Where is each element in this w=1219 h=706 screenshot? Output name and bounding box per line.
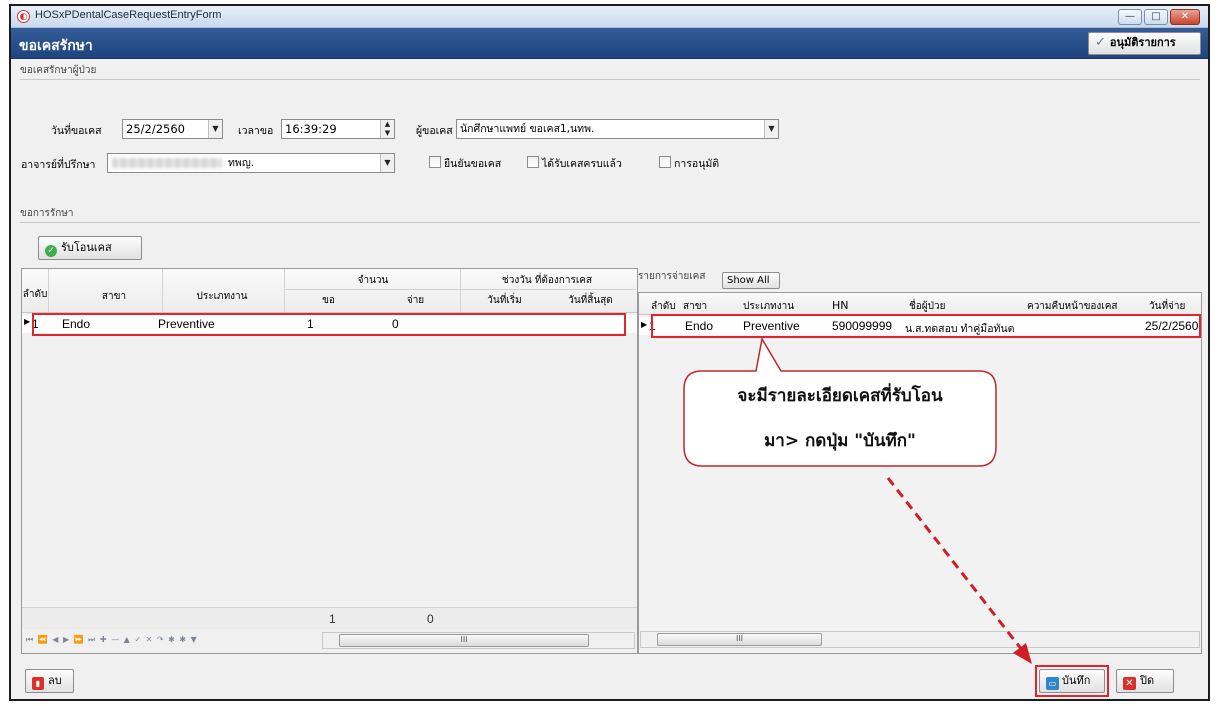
callout-line-2: มา> กดปุ่ม "บันทึก"	[764, 431, 916, 451]
arrow-line	[886, 477, 1024, 651]
callout-line-1: จะมีรายละเอียดเคสที่รับโอน	[737, 386, 943, 406]
arrow-head-icon	[1013, 643, 1032, 664]
annotation-overlay	[683, 336, 1032, 664]
